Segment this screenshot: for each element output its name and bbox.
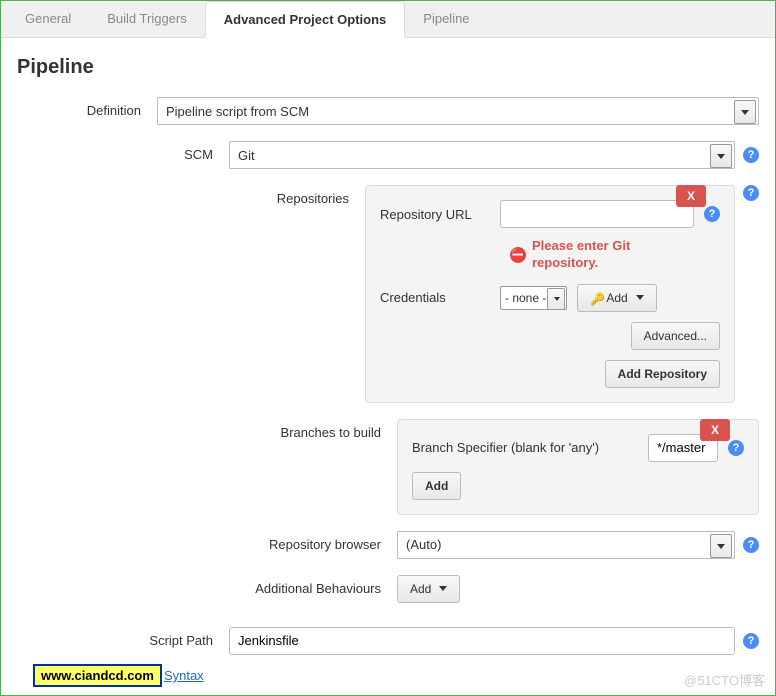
branches-label: Branches to build xyxy=(17,419,397,440)
pipeline-syntax-link[interactable]: Syntax xyxy=(164,668,204,683)
close-icon[interactable]: X xyxy=(676,185,706,207)
add-credentials-button[interactable]: 🔑 Add xyxy=(577,284,656,312)
help-icon[interactable]: ? xyxy=(743,537,759,553)
repository-url-input[interactable] xyxy=(500,200,694,228)
tab-general[interactable]: General xyxy=(7,1,89,37)
additional-behaviours-label: Additional Behaviours xyxy=(17,575,397,596)
script-path-input[interactable] xyxy=(229,627,735,655)
help-icon[interactable]: ? xyxy=(704,206,720,222)
repo-browser-label: Repository browser xyxy=(17,531,397,552)
page-title: Pipeline xyxy=(17,56,759,79)
chevron-down-icon xyxy=(636,295,644,300)
error-text: Please enter Git repository. xyxy=(532,238,672,272)
help-icon[interactable]: ? xyxy=(743,633,759,649)
close-icon[interactable]: X xyxy=(700,419,730,441)
scm-label: SCM xyxy=(17,141,229,162)
add-behaviour-label: Add xyxy=(410,582,431,596)
branches-panel: X Branch Specifier (blank for 'any') ? A… xyxy=(397,419,759,515)
help-icon[interactable]: ? xyxy=(728,440,744,456)
help-icon[interactable]: ? xyxy=(743,185,759,201)
scm-select[interactable]: Git xyxy=(229,141,735,169)
definition-select[interactable]: Pipeline script from SCM xyxy=(157,97,759,125)
help-icon[interactable]: ? xyxy=(743,147,759,163)
error-icon: ⛔ xyxy=(510,247,526,263)
add-branch-button[interactable]: Add xyxy=(412,472,461,500)
watermark: @51CTO博客 xyxy=(684,670,765,689)
add-cred-label: Add xyxy=(606,291,627,305)
credentials-label: Credentials xyxy=(380,290,490,305)
script-path-label: Script Path xyxy=(17,627,229,648)
tab-advanced-project-options[interactable]: Advanced Project Options xyxy=(205,1,406,38)
repositories-label: Repositories xyxy=(17,185,365,206)
advanced-button[interactable]: Advanced... xyxy=(631,322,720,350)
definition-label: Definition xyxy=(17,97,157,118)
repository-panel: X Repository URL ? ⛔ Please enter Git re… xyxy=(365,185,735,403)
config-tabs: General Build Triggers Advanced Project … xyxy=(1,1,775,38)
tab-pipeline[interactable]: Pipeline xyxy=(405,1,487,37)
branch-specifier-label: Branch Specifier (blank for 'any') xyxy=(412,440,638,455)
repo-browser-select[interactable]: (Auto) xyxy=(397,531,735,559)
credentials-select[interactable]: - none - xyxy=(500,286,567,310)
repository-url-label: Repository URL xyxy=(380,207,490,222)
add-behaviour-button[interactable]: Add xyxy=(397,575,460,603)
brand-badge: www.ciandcd.com xyxy=(33,664,162,687)
chevron-down-icon xyxy=(439,586,447,591)
add-repository-button[interactable]: Add Repository xyxy=(605,360,720,388)
tab-build-triggers[interactable]: Build Triggers xyxy=(89,1,204,37)
key-icon: 🔑 xyxy=(590,292,602,304)
